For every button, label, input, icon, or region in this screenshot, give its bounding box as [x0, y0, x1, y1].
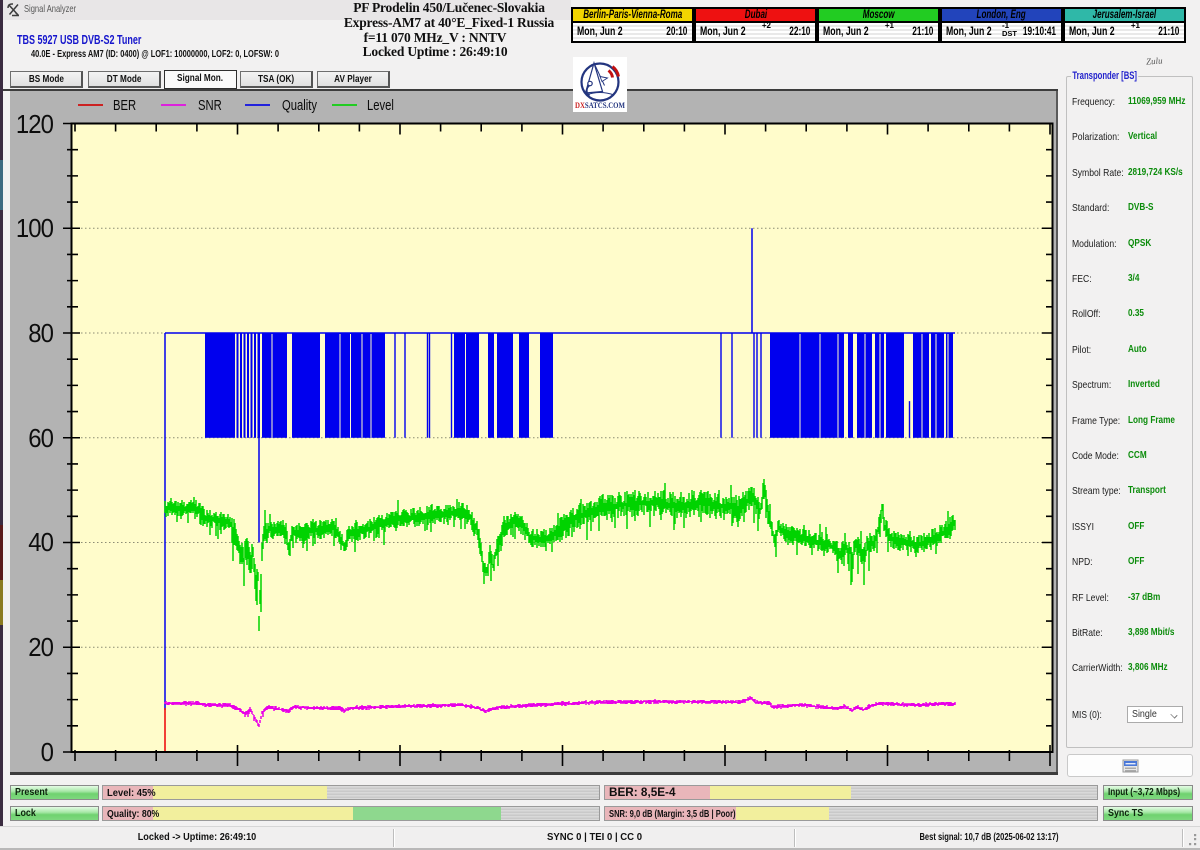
svg-text:DXSATCS.COM: DXSATCS.COM: [575, 100, 626, 110]
